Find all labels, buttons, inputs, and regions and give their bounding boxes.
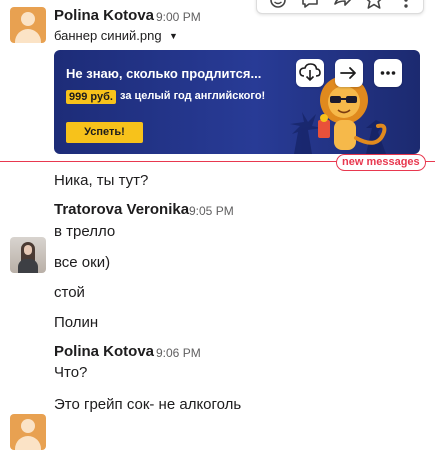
timestamp[interactable]: 9:00 PM [156,10,201,24]
banner-promo: за целый год английского! [120,90,266,102]
new-messages-badge: new messages [336,154,426,171]
image-attachment[interactable]: Не знаю, сколько продлится... 999 руб. з… [54,50,420,154]
message-text: Ника, ты тут? [54,172,149,189]
banner-cta: Успеть! [66,122,143,143]
author-name[interactable]: Polina Kotova [54,7,154,24]
emoji-reaction-icon[interactable] [265,0,291,13]
timestamp[interactable]: 9:05 PM [189,204,234,218]
attachment-filename[interactable]: баннер синий.png [54,28,162,43]
chevron-down-icon[interactable]: ▼ [169,31,178,41]
more-icon[interactable] [393,0,419,13]
message-hover-toolbar [256,0,424,14]
share-icon[interactable] [329,0,355,13]
message-text: Что? [54,364,88,381]
banner-price: 999 руб. [66,90,116,104]
message-text: Полин [54,314,99,331]
author-name[interactable]: Tratorova Veronika [54,201,189,218]
reply-thread-icon[interactable] [297,0,323,13]
timestamp[interactable]: 9:06 PM [156,346,201,360]
download-button[interactable] [296,59,324,87]
author-name[interactable]: Polina Kotova [54,343,154,360]
more-actions-button[interactable] [374,59,402,87]
star-icon[interactable] [361,0,387,13]
banner-title: Не знаю, сколько продлится... [66,66,262,81]
share-file-button[interactable] [335,59,363,87]
message-text: в трелло [54,223,116,240]
avatar[interactable] [10,414,46,450]
message-text: все оки) [54,254,111,271]
avatar[interactable] [10,237,46,273]
avatar[interactable] [10,7,46,43]
message-text: стой [54,284,85,301]
message-text: Это грейп сок- не алкоголь [54,396,242,413]
